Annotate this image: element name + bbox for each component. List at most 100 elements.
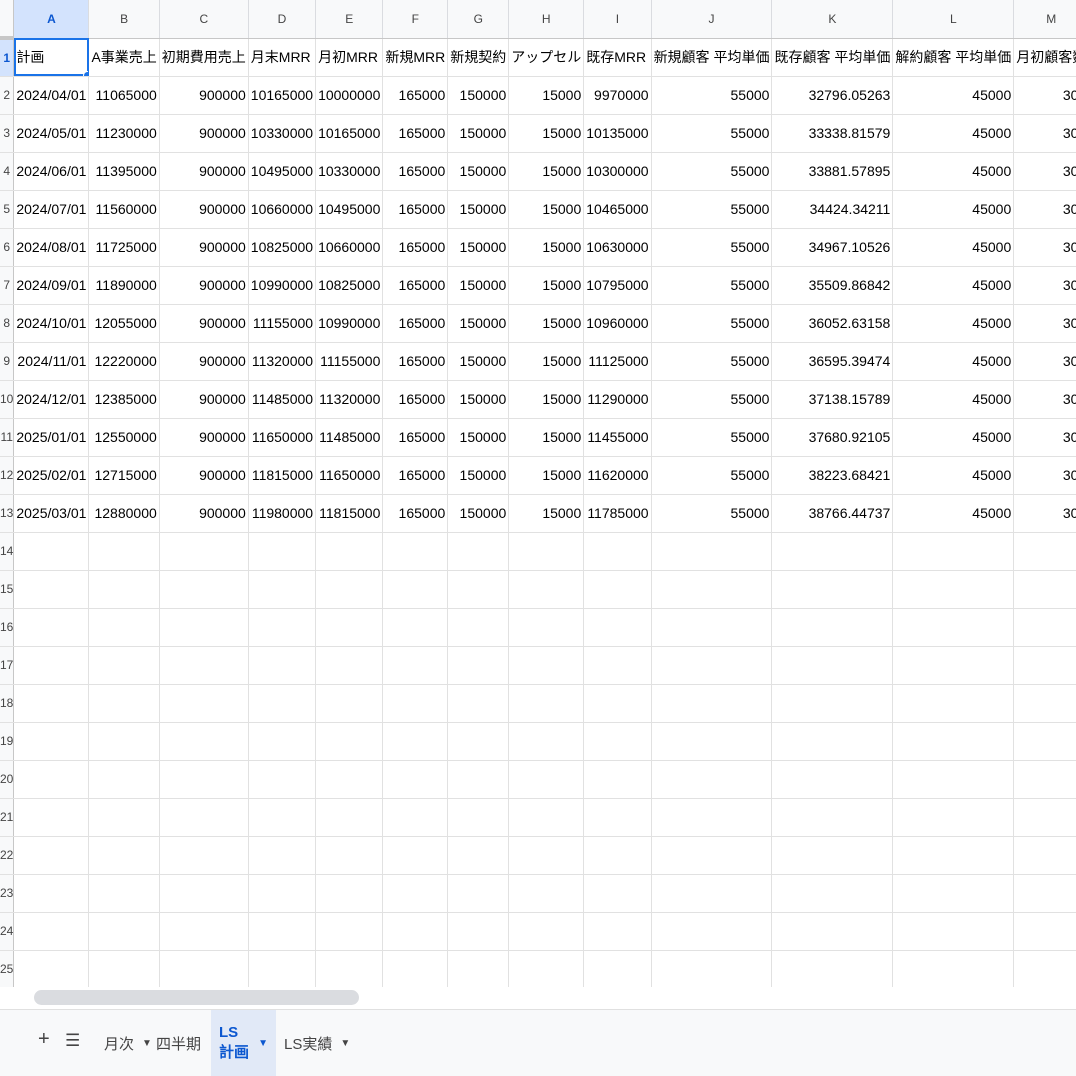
cell-j4[interactable]: 55000: [651, 152, 773, 191]
cell-h2[interactable]: 15000: [508, 76, 585, 115]
cell-h12[interactable]: 15000: [508, 456, 585, 495]
cell-a9[interactable]: 2024/11/01: [13, 342, 90, 381]
cell-c20[interactable]: [159, 760, 249, 799]
cell-g10[interactable]: 150000: [447, 380, 510, 419]
cell-i2[interactable]: 9970000: [583, 76, 652, 115]
cell-k12[interactable]: 38223.68421: [771, 456, 894, 495]
cell-c11[interactable]: 900000: [159, 418, 249, 457]
cell-b11[interactable]: 12550000: [88, 418, 160, 457]
row-header[interactable]: 3: [0, 114, 15, 153]
cell-k2[interactable]: 32796.05263: [771, 76, 894, 115]
row-header[interactable]: 7: [0, 266, 15, 305]
cell-k22[interactable]: [771, 836, 894, 875]
column-header-m[interactable]: M: [1013, 0, 1076, 39]
cell-l25[interactable]: [892, 950, 1015, 987]
cell-m7[interactable]: 306: [1013, 266, 1076, 305]
cell-b9[interactable]: 12220000: [88, 342, 160, 381]
cell-m21[interactable]: [1013, 798, 1076, 837]
cell-m19[interactable]: [1013, 722, 1076, 761]
cell-j13[interactable]: 55000: [651, 494, 773, 533]
cell-i23[interactable]: [583, 874, 652, 913]
cell-i17[interactable]: [583, 646, 652, 685]
cell-m6[interactable]: 306: [1013, 228, 1076, 267]
cell-f8[interactable]: 165000: [382, 304, 449, 343]
column-header-l[interactable]: L: [892, 0, 1015, 39]
cell-a18[interactable]: [13, 684, 90, 723]
cell-b20[interactable]: [88, 760, 160, 799]
cell-b16[interactable]: [88, 608, 160, 647]
cell-b24[interactable]: [88, 912, 160, 951]
cell-j9[interactable]: 55000: [651, 342, 773, 381]
cell-c23[interactable]: [159, 874, 249, 913]
cell-b3[interactable]: 11230000: [88, 114, 160, 153]
cell-d14[interactable]: [248, 532, 317, 571]
cell-d18[interactable]: [248, 684, 317, 723]
cell-i12[interactable]: 11620000: [583, 456, 652, 495]
cell-g4[interactable]: 150000: [447, 152, 510, 191]
cell-d6[interactable]: 10825000: [248, 228, 317, 267]
cell-j21[interactable]: [651, 798, 773, 837]
row-header[interactable]: 16: [0, 608, 15, 647]
cell-e4[interactable]: 10330000: [315, 152, 384, 191]
cell-b22[interactable]: [88, 836, 160, 875]
cell-k9[interactable]: 36595.39474: [771, 342, 894, 381]
column-header-i[interactable]: I: [583, 0, 652, 39]
cell-i22[interactable]: [583, 836, 652, 875]
cell-g14[interactable]: [447, 532, 510, 571]
cell-b1[interactable]: A事業売上: [88, 38, 160, 77]
cell-k20[interactable]: [771, 760, 894, 799]
cell-d1[interactable]: 月末MRR: [248, 38, 317, 77]
cell-g24[interactable]: [447, 912, 510, 951]
cell-l1[interactable]: 解約顧客 平均単価: [892, 38, 1015, 77]
cell-h1[interactable]: アップセル: [508, 38, 585, 77]
cell-d12[interactable]: 11815000: [248, 456, 317, 495]
cell-l4[interactable]: 45000: [892, 152, 1015, 191]
cell-l15[interactable]: [892, 570, 1015, 609]
cell-h25[interactable]: [508, 950, 585, 987]
cell-e19[interactable]: [315, 722, 384, 761]
cell-h9[interactable]: 15000: [508, 342, 585, 381]
cell-h15[interactable]: [508, 570, 585, 609]
cell-g3[interactable]: 150000: [447, 114, 510, 153]
cell-i15[interactable]: [583, 570, 652, 609]
cell-i5[interactable]: 10465000: [583, 190, 652, 229]
cell-c14[interactable]: [159, 532, 249, 571]
cell-c13[interactable]: 900000: [159, 494, 249, 533]
cell-m17[interactable]: [1013, 646, 1076, 685]
cell-j23[interactable]: [651, 874, 773, 913]
cell-e16[interactable]: [315, 608, 384, 647]
column-header-j[interactable]: J: [651, 0, 773, 39]
cell-j6[interactable]: 55000: [651, 228, 773, 267]
cell-m2[interactable]: 304: [1013, 76, 1076, 115]
column-header-f[interactable]: F: [382, 0, 449, 39]
cell-a11[interactable]: 2025/01/01: [13, 418, 90, 457]
cell-d13[interactable]: 11980000: [248, 494, 317, 533]
cell-c21[interactable]: [159, 798, 249, 837]
cell-b23[interactable]: [88, 874, 160, 913]
cell-g11[interactable]: 150000: [447, 418, 510, 457]
row-header[interactable]: 13: [0, 494, 15, 533]
cell-e6[interactable]: 10660000: [315, 228, 384, 267]
cell-l6[interactable]: 45000: [892, 228, 1015, 267]
cell-l3[interactable]: 45000: [892, 114, 1015, 153]
cell-k16[interactable]: [771, 608, 894, 647]
cell-c7[interactable]: 900000: [159, 266, 249, 305]
cell-k8[interactable]: 36052.63158: [771, 304, 894, 343]
cell-c16[interactable]: [159, 608, 249, 647]
row-header[interactable]: 20: [0, 760, 15, 799]
cell-l13[interactable]: 45000: [892, 494, 1015, 533]
cell-g18[interactable]: [447, 684, 510, 723]
cell-j24[interactable]: [651, 912, 773, 951]
cell-c12[interactable]: 900000: [159, 456, 249, 495]
cell-j14[interactable]: [651, 532, 773, 571]
cell-l11[interactable]: 45000: [892, 418, 1015, 457]
cell-k19[interactable]: [771, 722, 894, 761]
cell-h4[interactable]: 15000: [508, 152, 585, 191]
cell-i7[interactable]: 10795000: [583, 266, 652, 305]
cell-a25[interactable]: [13, 950, 90, 987]
cell-c15[interactable]: [159, 570, 249, 609]
cell-b7[interactable]: 11890000: [88, 266, 160, 305]
cell-l14[interactable]: [892, 532, 1015, 571]
cell-e21[interactable]: [315, 798, 384, 837]
cell-k6[interactable]: 34967.10526: [771, 228, 894, 267]
